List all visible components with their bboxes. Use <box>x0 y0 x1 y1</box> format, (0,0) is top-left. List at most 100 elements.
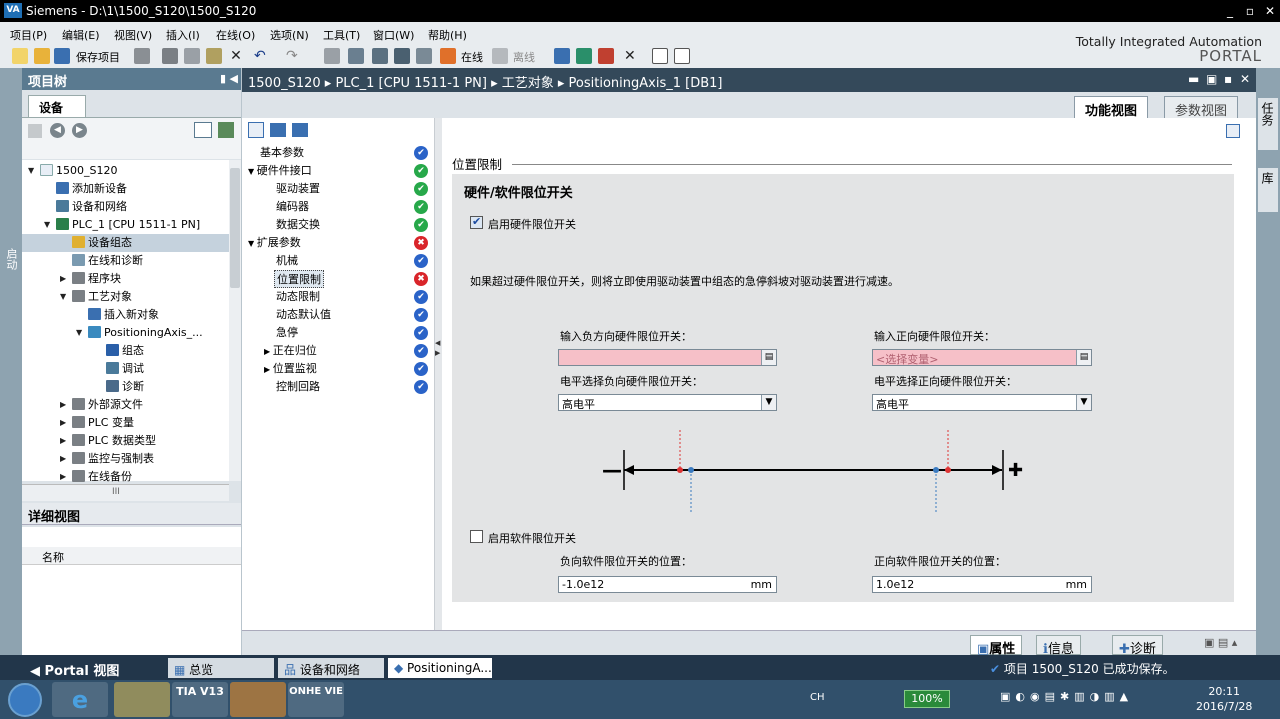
menu-options[interactable]: 选项(N) <box>270 27 309 43</box>
save-project-button[interactable]: 保存项目 <box>76 49 120 65</box>
accessible-devices-icon[interactable] <box>554 48 570 64</box>
menu-view[interactable]: 视图(V) <box>114 27 152 43</box>
list-item[interactable]: ▶ 程序块 <box>60 270 121 288</box>
list-item[interactable]: ▼ PLC_1 [CPU 1511-1 PN] <box>44 216 200 234</box>
go-offline-icon[interactable] <box>492 48 508 64</box>
tab-info[interactable]: ℹ信息 <box>1036 635 1081 657</box>
tree-horizontal-scrollbar[interactable]: III <box>22 484 229 501</box>
list-item[interactable]: 设备和网络 <box>56 198 127 216</box>
tray-icons[interactable]: ▣◐◉▤✱▥◑▥▲ <box>1000 690 1180 708</box>
app-taskbar-icon[interactable] <box>230 682 286 717</box>
nav-encoder[interactable]: 编码器 <box>276 198 309 216</box>
list-item[interactable]: 插入新对象 <box>88 306 159 324</box>
list-item[interactable]: 设备组态 <box>22 234 229 252</box>
editor-float-icon[interactable]: ▪ <box>1224 72 1232 86</box>
tab-devices-networks[interactable]: 品 设备和网络 <box>278 658 384 678</box>
menu-project[interactable]: 项目(P) <box>10 27 47 43</box>
list-item[interactable]: 添加新设备 <box>56 180 127 198</box>
variable-picker-icon[interactable]: ▤ <box>761 350 776 365</box>
explorer-icon[interactable] <box>114 682 170 717</box>
list-item[interactable]: ▶ 监控与强制表 <box>60 450 154 468</box>
editor-minimize-icon[interactable]: ▬ <box>1188 72 1199 86</box>
cross-reference-icon[interactable]: ✕ <box>624 48 640 64</box>
tab-overview[interactable]: ▦ 总览 <box>168 658 274 678</box>
nav-position-monitoring[interactable]: ▶ 位置监视 <box>264 360 317 378</box>
cut-icon[interactable] <box>162 48 178 64</box>
sw-limit-enable-checkbox[interactable] <box>470 530 483 543</box>
nav-splitter[interactable]: ◀ ▶ <box>434 118 442 630</box>
upload-icon[interactable] <box>394 48 410 64</box>
redo-icon[interactable]: ↷ <box>286 48 302 64</box>
collapse-all-icon[interactable] <box>270 123 286 137</box>
delete-icon[interactable]: ✕ <box>228 48 244 64</box>
neg-hw-limit-input[interactable]: ▤ <box>558 349 777 366</box>
list-item[interactable]: 在线和诊断 <box>72 252 143 270</box>
start-button-icon[interactable] <box>8 683 42 717</box>
go-online-icon[interactable] <box>440 48 456 64</box>
pos-level-select[interactable]: 高电平 ▼ <box>872 394 1092 411</box>
detail-view-header[interactable]: 详细视图 <box>22 503 241 525</box>
editor-restore-icon[interactable]: ▣ <box>1206 72 1217 86</box>
list-item[interactable]: 调试 <box>106 360 144 378</box>
open-project-icon[interactable] <box>34 48 50 64</box>
devices-tab[interactable]: 设备 <box>28 95 86 117</box>
tree-settings-icon[interactable] <box>218 122 234 138</box>
nav-drive[interactable]: 驱动装置 <box>276 180 320 198</box>
menu-insert[interactable]: 插入(I) <box>166 27 200 43</box>
menu-online[interactable]: 在线(O) <box>216 27 255 43</box>
menu-window[interactable]: 窗口(W) <box>373 27 414 43</box>
pos-sw-limit-input[interactable]: 1.0e12 mm <box>872 576 1092 593</box>
nav-emergency-stop[interactable]: 急停 <box>276 324 298 342</box>
task-card-tasks[interactable]: 任务 <box>1258 98 1278 150</box>
variable-picker-icon[interactable]: ▤ <box>1076 350 1091 365</box>
start-cpu-icon[interactable] <box>576 48 592 64</box>
copy-icon[interactable] <box>184 48 200 64</box>
neg-sw-limit-input[interactable]: -1.0e12 mm <box>558 576 777 593</box>
list-item[interactable]: ▼ 工艺对象 <box>60 288 132 306</box>
new-project-icon[interactable] <box>12 48 28 64</box>
menu-tools[interactable]: 工具(T) <box>323 27 360 43</box>
nav-data-exchange[interactable]: 数据交换 <box>276 216 320 234</box>
new-folder-icon[interactable] <box>28 124 42 138</box>
go-offline-button[interactable]: 离线 <box>513 49 535 65</box>
tab-parameter-view[interactable]: 参数视图 <box>1164 96 1239 119</box>
tia-taskbar-button[interactable]: TIA V13 <box>172 682 228 717</box>
compile-icon[interactable] <box>348 48 364 64</box>
list-item[interactable]: ▶ PLC 变量 <box>60 414 134 432</box>
tab-properties[interactable]: ▣属性 <box>970 635 1023 657</box>
start-strip[interactable]: 启动 <box>0 68 22 655</box>
nav-dynamic-defaults[interactable]: 动态默认值 <box>276 306 331 324</box>
close-button[interactable]: ✕ <box>1260 3 1280 19</box>
chevron-down-icon[interactable]: ▼ <box>761 395 776 410</box>
nav-position-limits[interactable]: 位置限制 <box>274 270 324 288</box>
tree-view-icon[interactable] <box>292 123 308 137</box>
menu-help[interactable]: 帮助(H) <box>428 27 467 43</box>
content-options-icon[interactable] <box>1226 124 1240 138</box>
nav-hw-interface[interactable]: ▼ 硬件件接口 <box>248 162 312 180</box>
nav-dynamic-limits[interactable]: 动态限制 <box>276 288 320 306</box>
minimize-button[interactable]: _ <box>1220 3 1240 19</box>
expand-all-icon[interactable] <box>248 122 264 138</box>
tree-vertical-scrollbar[interactable] <box>229 160 241 481</box>
list-item[interactable]: ▶ 外部源文件 <box>60 396 143 414</box>
menu-edit[interactable]: 编辑(E) <box>62 27 100 43</box>
tab-positioning-axis[interactable]: ◆ PositioningA... <box>388 658 492 678</box>
tab-diagnostics[interactable]: ✚诊断 <box>1112 635 1163 657</box>
list-item[interactable]: ▼ PositioningAxis_... <box>76 324 203 342</box>
collapse-panel-icon[interactable]: ▮ ◀ <box>220 72 238 85</box>
paste-icon[interactable] <box>206 48 222 64</box>
back-icon[interactable]: ◀ <box>50 123 65 138</box>
save-icon[interactable] <box>54 48 70 64</box>
onhe-taskbar-button[interactable]: ONHE VIE <box>288 682 344 717</box>
nav-mechanics[interactable]: 机械 <box>276 252 298 270</box>
task-card-libraries[interactable]: 库 <box>1258 168 1278 212</box>
language-indicator[interactable]: CH <box>810 692 825 703</box>
inspector-window-icons[interactable]: ▣ ▤ ▴ <box>1204 636 1237 649</box>
nav-basic-params[interactable]: 基本参数 <box>260 144 304 162</box>
battery-indicator[interactable]: 100% <box>904 690 950 708</box>
split-horizontal-icon[interactable] <box>652 48 668 64</box>
scroll-thumb[interactable] <box>230 168 240 288</box>
list-item[interactable]: ▶ PLC 数据类型 <box>60 432 156 450</box>
nav-homing[interactable]: ▶ 正在归位 <box>264 342 317 360</box>
forward-icon[interactable]: ▶ <box>72 123 87 138</box>
